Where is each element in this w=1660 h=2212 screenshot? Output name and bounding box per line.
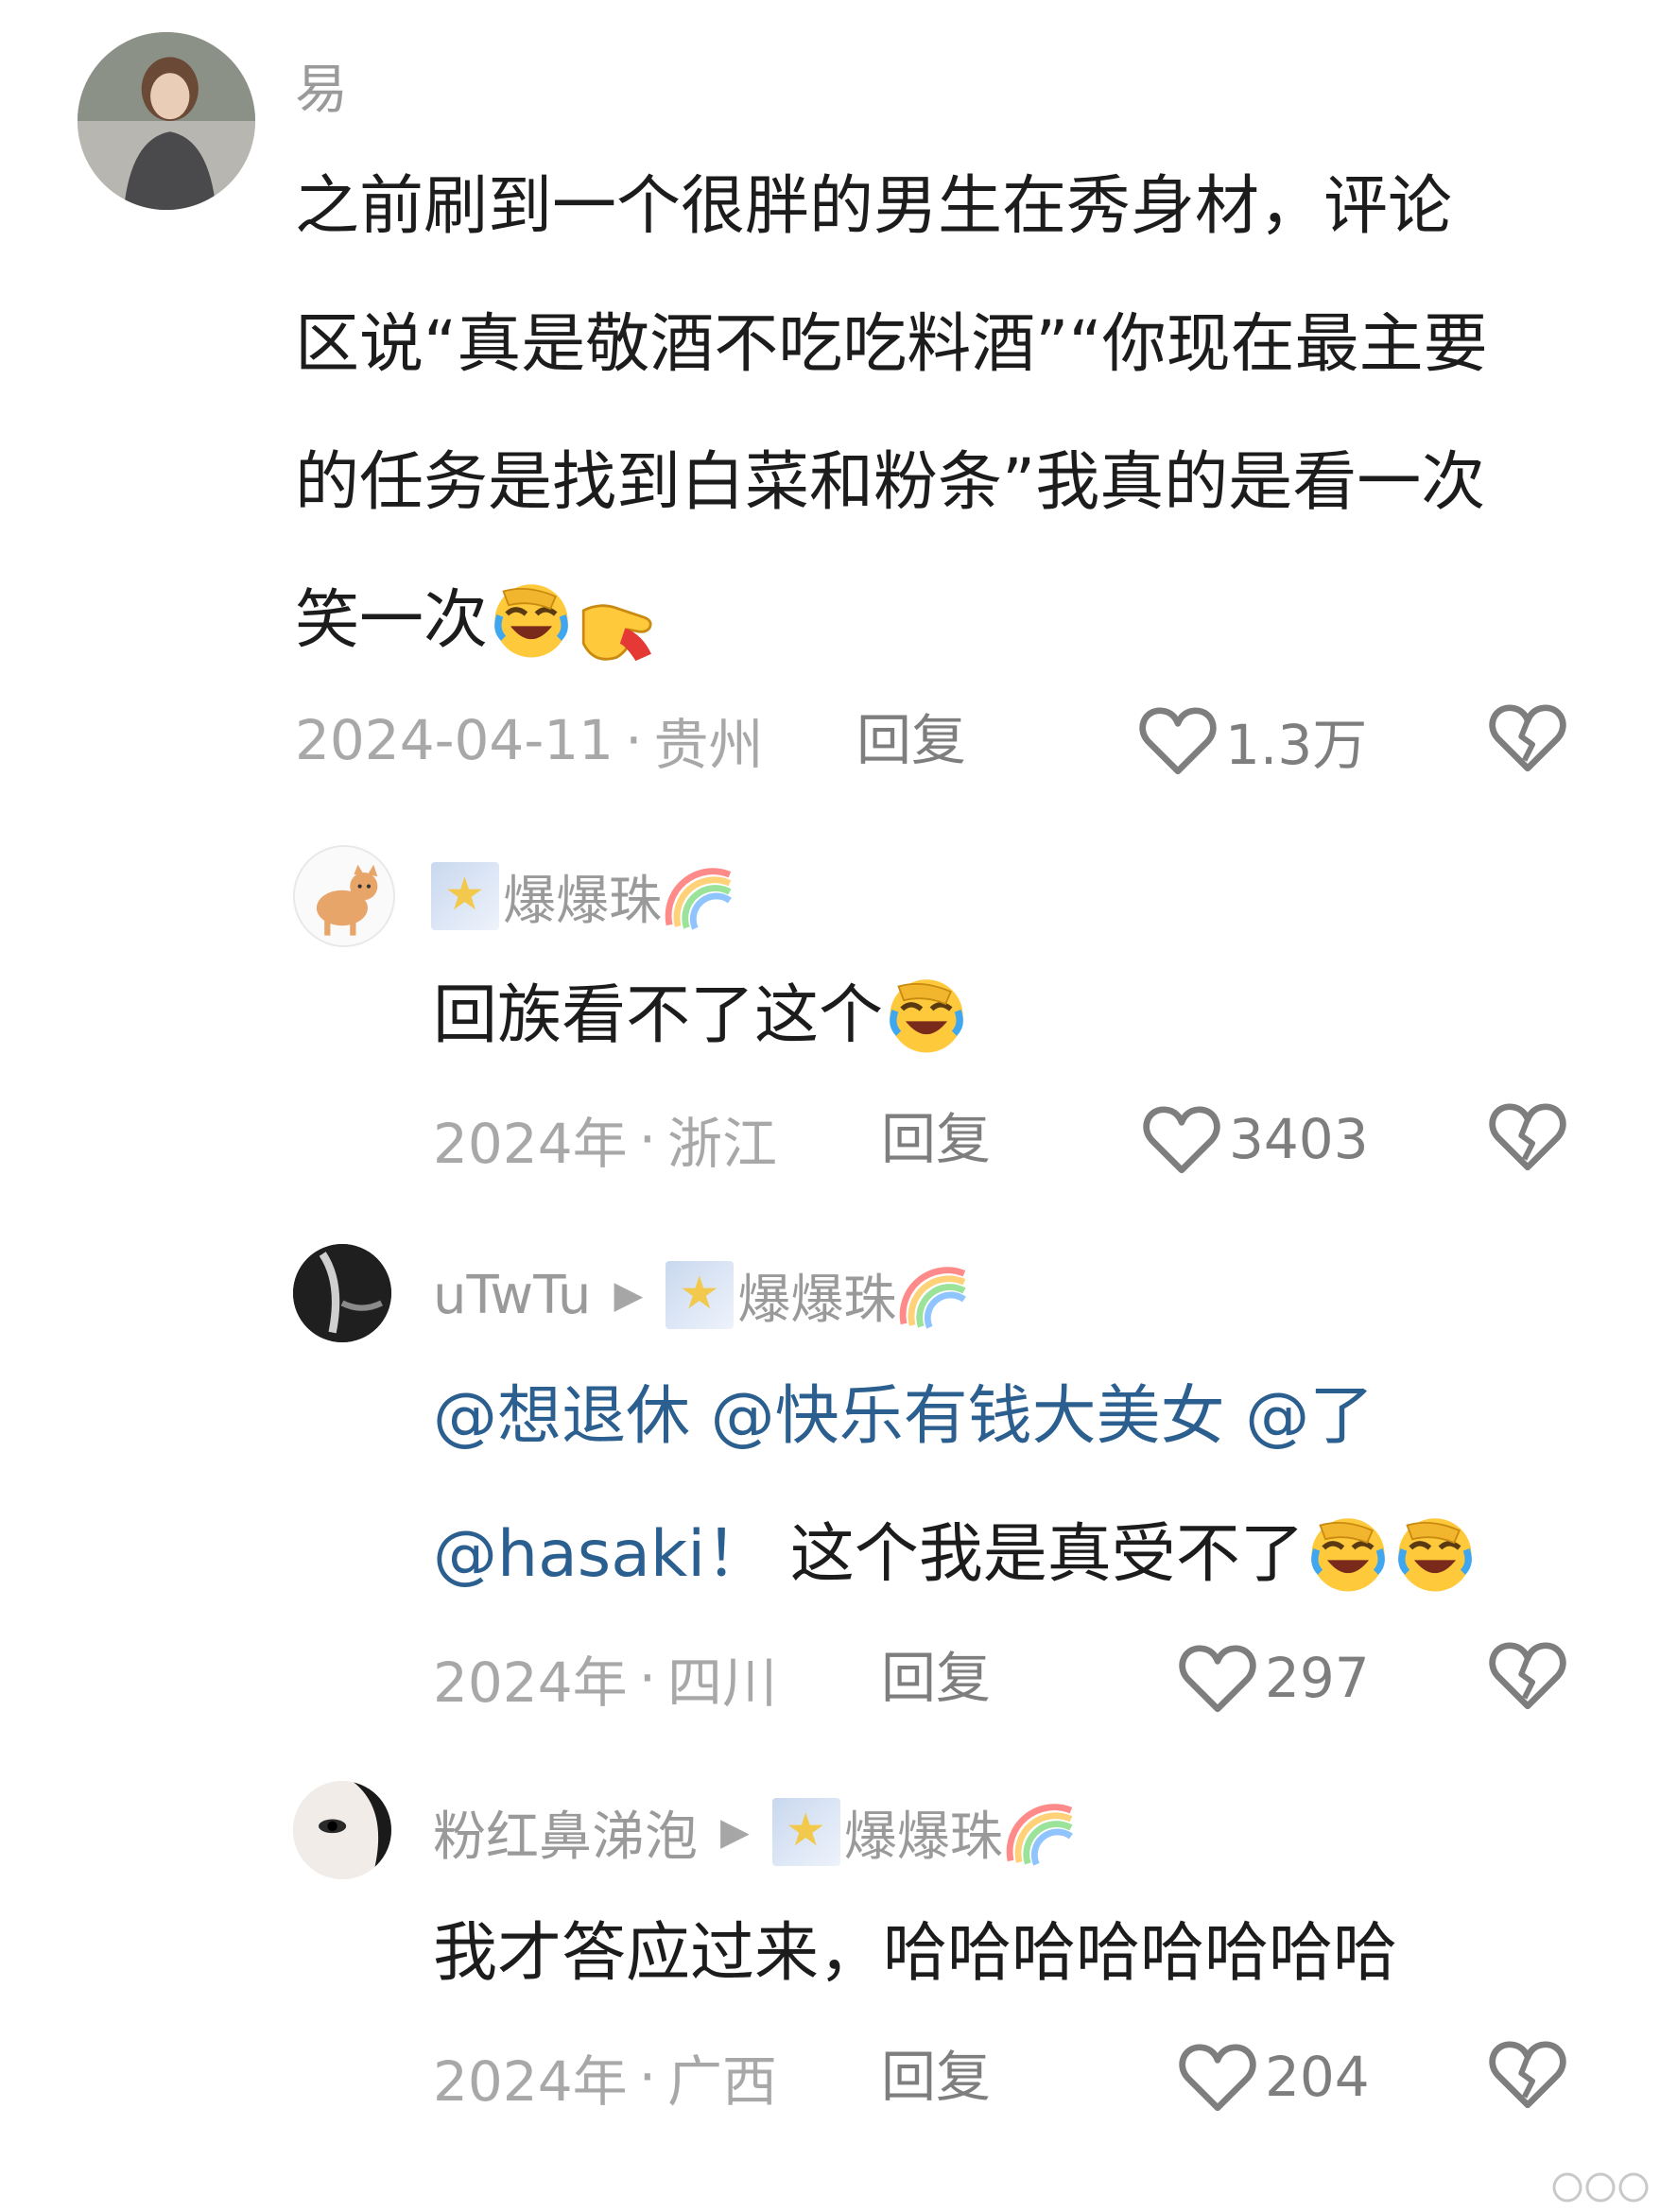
reply-arrow-icon: ▶ [614, 1273, 644, 1317]
mention-link[interactable]: @快乐有钱大美女 [711, 1379, 1225, 1454]
comment-line: 之前刷到一个很胖的男生在秀身材，评论 [295, 169, 1453, 244]
comment-line: @想退休 @快乐有钱大美女 @了 [433, 1348, 1605, 1486]
rainbow-icon [898, 1259, 970, 1331]
comment-text: 我才答应过来，哈哈哈哈哈哈哈哈 [433, 1885, 1397, 2023]
mention-link[interactable]: @想退休 [433, 1379, 690, 1454]
reply-to-username: 爆爆珠 [737, 1269, 897, 1331]
like-count: 3403 [1229, 1107, 1369, 1171]
reply-button[interactable]: 回复 [856, 698, 966, 783]
broken-heart-icon[interactable] [1488, 1098, 1567, 1174]
heart-outline-icon [1142, 1103, 1221, 1175]
comment-line-text: 我才答应过来，哈哈哈哈哈哈哈哈 [433, 1916, 1398, 1991]
like-button[interactable]: 3403 [1142, 1097, 1369, 1182]
avatar-photo [78, 32, 255, 210]
comment-line: 笑一次 [295, 552, 1599, 690]
avatar-photo [293, 1244, 391, 1342]
broken-heart-icon[interactable] [1488, 1637, 1567, 1713]
laughing-emoji-icon [1392, 1510, 1478, 1597]
comment-date: 2024年 [433, 1112, 628, 1176]
rainbow-icon [664, 860, 735, 932]
comment-meta: 2024年 · 四川 [433, 1635, 777, 1720]
comment-line-text: 这个我是真受不了 [789, 1517, 1305, 1592]
rainbow-icon [1005, 1796, 1077, 1868]
reply-button[interactable]: 回复 [881, 1635, 991, 1720]
like-count: 297 [1265, 1646, 1370, 1710]
meta-separator: · [625, 708, 643, 772]
star-badge-icon [431, 862, 499, 930]
reply-arrow-icon: ▶ [720, 1810, 750, 1854]
username[interactable]: 易 [295, 47, 348, 123]
reply-button[interactable]: 回复 [881, 1097, 991, 1182]
avatar[interactable] [293, 1781, 391, 1879]
laughing-emoji-icon [883, 971, 970, 1058]
like-button[interactable]: 204 [1178, 2034, 1370, 2119]
comment-meta: 2024年 · 浙江 [433, 1097, 777, 1182]
username[interactable]: 爆爆珠 [431, 858, 735, 934]
comment-line: @hasaki！ 这个我是真受不了 [433, 1486, 1605, 1624]
cat-avatar-icon [295, 847, 393, 945]
comment-line-text: 回族看不了这个 [433, 978, 884, 1053]
watermark-logo [1552, 2172, 1649, 2203]
laughing-emoji-icon [1305, 1510, 1392, 1597]
username-text: uTwTu [433, 1264, 592, 1326]
comment-meta: 2024年 · 广西 [433, 2034, 777, 2119]
meta-separator: · [638, 2045, 657, 2109]
pointing-hand-icon [575, 576, 662, 663]
avatar-photo [293, 1781, 391, 1879]
username[interactable]: 粉红鼻涕泡 ▶ 爆爆珠 [433, 1794, 1077, 1870]
like-count: 204 [1265, 2045, 1370, 2109]
comment-meta: 2024-04-11 · 贵州 [295, 698, 764, 783]
like-button[interactable]: 297 [1178, 1635, 1370, 1720]
comment-text: 回族看不了这个 [433, 947, 970, 1085]
broken-heart-icon[interactable] [1488, 700, 1567, 775]
username[interactable]: uTwTu ▶ 爆爆珠 [433, 1257, 970, 1333]
star-badge-icon [666, 1261, 735, 1329]
avatar[interactable] [293, 845, 395, 947]
comment-date: 2024年 [433, 1650, 628, 1715]
heart-outline-icon [1178, 2041, 1257, 2113]
comment-line: 的任务是找到白菜和粉条”我真的是看一次 [295, 445, 1486, 520]
heart-outline-icon [1178, 1642, 1257, 1714]
like-button[interactable]: 1.3万 [1138, 698, 1367, 783]
comment-location: 浙江 [667, 1112, 778, 1176]
comment-text: 之前刷到一个很胖的男生在秀身材，评论 区说“真是敬酒不吃吃料酒”“你现在最主要 … [295, 138, 1599, 690]
comment-text: @想退休 @快乐有钱大美女 @了 @hasaki！ 这个我是真受不了 [433, 1348, 1605, 1624]
like-count: 1.3万 [1225, 713, 1368, 777]
comment-date: 2024-04-11 [295, 708, 614, 772]
comment-date: 2024年 [433, 2049, 628, 2114]
comment-line-text: 笑一次 [295, 583, 489, 658]
broken-heart-icon[interactable] [1488, 2036, 1567, 2112]
meta-separator: · [638, 1646, 657, 1710]
username-text: 爆爆珠 [503, 870, 662, 932]
meta-separator: · [638, 1107, 657, 1171]
heart-outline-icon [1138, 704, 1218, 776]
mention-link[interactable]: @hasaki！ [433, 1517, 769, 1592]
laughing-emoji-icon [488, 576, 575, 663]
avatar[interactable] [78, 32, 255, 210]
avatar[interactable] [293, 1244, 391, 1342]
star-badge-icon [771, 1798, 840, 1866]
comment-location: 贵州 [653, 713, 764, 777]
reply-button[interactable]: 回复 [881, 2034, 991, 2119]
comment-location: 广西 [667, 2049, 778, 2114]
comment-line: 区说“真是敬酒不吃吃料酒”“你现在最主要 [295, 307, 1488, 382]
username-text: 粉红鼻涕泡 [433, 1806, 698, 1868]
mention-link[interactable]: @了 [1245, 1379, 1374, 1454]
reply-to-username: 爆爆珠 [843, 1806, 1003, 1868]
comment-location: 四川 [667, 1650, 778, 1715]
